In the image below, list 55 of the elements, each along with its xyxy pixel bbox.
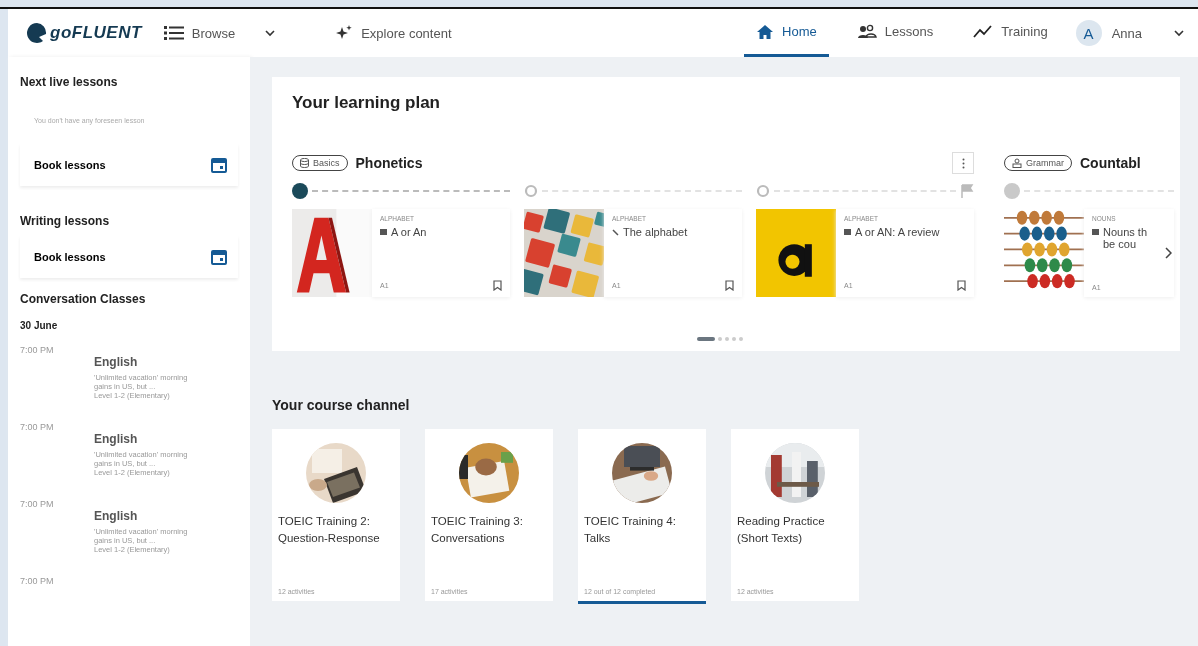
page-dot[interactable] (739, 337, 743, 341)
class-language[interactable]: English (94, 355, 194, 369)
section-title: Conversation Classes (20, 292, 147, 306)
course-title: Reading Practice (Short Texts) (737, 514, 826, 546)
section-title: Phonetics (355, 155, 423, 171)
home-icon (756, 23, 775, 40)
calendar-icon (210, 156, 228, 174)
menu-icon (163, 25, 184, 41)
person-icon (1012, 158, 1022, 168)
section-title: Your course channel (272, 397, 411, 413)
trend-icon (973, 24, 994, 39)
document-icon (1092, 229, 1099, 236)
logo-text: goFLUENT (50, 23, 142, 43)
class-language[interactable]: English (94, 509, 194, 523)
lesson-title: A or AN: A review (855, 226, 940, 238)
bookmark-icon[interactable] (725, 280, 734, 291)
class-time: 7:00 PM (20, 422, 55, 434)
date-label: 30 June (20, 320, 59, 331)
explore-button[interactable]: Explore content (329, 18, 458, 48)
calendar-icon (210, 248, 228, 266)
book-lessons-button[interactable]: Book lessons (20, 236, 238, 278)
lesson-title: Nouns th be cou (1103, 226, 1149, 250)
more-button[interactable] (952, 152, 974, 174)
bookmark-icon[interactable] (493, 280, 502, 291)
book-lessons-button[interactable]: Book lessons (20, 144, 238, 186)
course-title: TOEIC Training 2: Question-Response (278, 514, 381, 546)
logo-icon (26, 22, 48, 44)
course-title: TOEIC Training 3: Conversations (431, 514, 524, 546)
nav-tab[interactable]: Lessons (844, 9, 946, 57)
more-icon (961, 157, 965, 169)
people-icon (856, 23, 877, 40)
user-avatar[interactable]: A (1075, 20, 1102, 46)
bookmark-icon[interactable] (957, 280, 966, 291)
document-icon (380, 229, 387, 236)
class-time: 7:00 PM (20, 345, 55, 357)
section-title: Writing lessons (20, 214, 111, 228)
page-dot[interactable] (732, 337, 736, 341)
user-name: Anna (1111, 25, 1142, 41)
class-time: 7:00 PM (20, 576, 55, 586)
page-dot[interactable] (718, 337, 722, 341)
chevron-icon (1164, 247, 1172, 259)
lesson-title: A or An (391, 226, 427, 238)
browse-menu[interactable]: Browse (157, 19, 284, 47)
card-title: Your learning plan (292, 93, 441, 113)
page-dot[interactable] (725, 337, 729, 341)
lesson-title: The alphabet (623, 226, 688, 238)
nav-tab[interactable]: Training (961, 9, 1060, 57)
pen-icon (612, 229, 619, 236)
class-time: 7:00 PM (20, 499, 55, 511)
section-title: Countabl (1080, 155, 1141, 171)
section-title: Next live lessons (20, 75, 119, 89)
course-title: TOEIC Training 4: Talks (584, 514, 677, 546)
class-language[interactable]: English (94, 432, 194, 446)
document-icon (844, 229, 851, 236)
database-icon (300, 158, 309, 168)
